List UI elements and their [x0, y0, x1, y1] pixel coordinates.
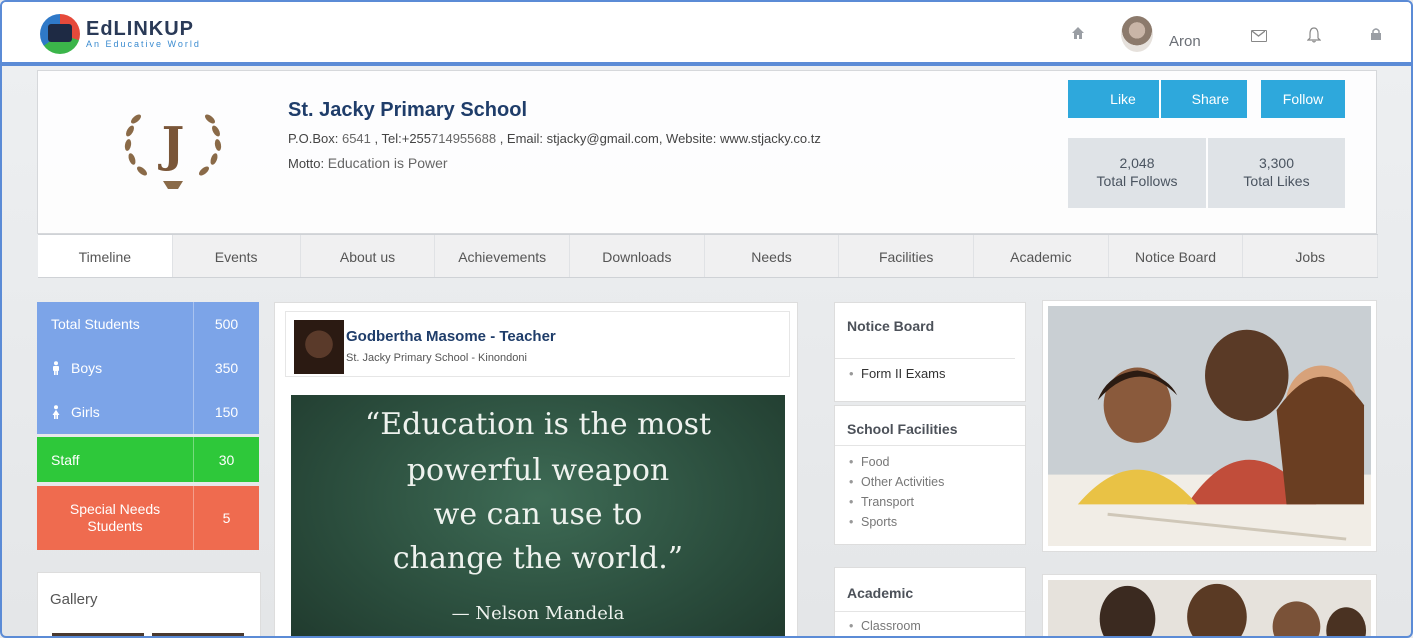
school-motto: Motto: Education is Power: [288, 155, 448, 171]
teacher-students-photo-image: [1048, 580, 1371, 636]
school-pobox: 6541: [341, 131, 371, 146]
post-header: Godbertha Masome - Teacher St. Jacky Pri…: [285, 311, 790, 377]
tab-achievements[interactable]: Achievements: [435, 235, 570, 277]
school-name: St. Jacky Primary School: [288, 99, 528, 121]
academic-card: Academic Classroom: [834, 567, 1026, 636]
gallery-thumbnail[interactable]: [152, 633, 244, 636]
lock-icon[interactable]: [1371, 28, 1381, 40]
tab-needs[interactable]: Needs: [705, 235, 840, 277]
male-icon: [53, 361, 59, 375]
staff-count: 30: [193, 437, 259, 482]
post-author[interactable]: Godbertha Masome - Teacher: [346, 328, 556, 345]
tab-academic[interactable]: Academic: [974, 235, 1109, 277]
bell-icon[interactable]: [1307, 27, 1321, 43]
school-crest-logo: J: [124, 114, 222, 189]
facilities-title: School Facilities: [835, 406, 1025, 446]
crest-letter: J: [158, 117, 185, 173]
brand-name: EdLINKUP: [86, 18, 194, 40]
facility-item[interactable]: Other Activities: [849, 472, 1025, 492]
mail-icon[interactable]: [1251, 30, 1267, 42]
special-needs-count: 5: [193, 486, 259, 550]
total-students-row: Total Students 500: [37, 302, 259, 346]
post-school: St. Jacky Primary School - Kinondoni: [346, 352, 527, 364]
notice-item[interactable]: Form II Exams: [849, 363, 1025, 384]
total-students-count: 500: [193, 302, 259, 346]
staff-row: Staff 30: [37, 437, 259, 482]
follow-button[interactable]: Follow: [1261, 80, 1345, 118]
tab-about-us[interactable]: About us: [301, 235, 436, 277]
user-name[interactable]: Aron: [1169, 33, 1201, 50]
facility-item[interactable]: Transport: [849, 492, 1025, 512]
user-avatar[interactable]: [1121, 16, 1153, 52]
total-follows-stat: 2,048 Total Follows: [1068, 138, 1206, 208]
facility-item[interactable]: Food: [849, 452, 1025, 472]
tab-downloads[interactable]: Downloads: [570, 235, 705, 277]
post-image[interactable]: “Education is the most powerful weapon w…: [291, 395, 785, 636]
school-contact-info: P.O.Box: 6541 , Tel:+255714955688 , Emai…: [288, 131, 821, 146]
share-button[interactable]: Share: [1159, 80, 1247, 118]
classroom-photo[interactable]: [1042, 300, 1377, 552]
female-icon: [52, 405, 60, 419]
tab-facilities[interactable]: Facilities: [839, 235, 975, 277]
facility-item[interactable]: Sports: [849, 512, 1025, 532]
special-needs-row: Special Needs Students 5: [37, 486, 259, 550]
author-avatar[interactable]: [294, 320, 344, 374]
school-header: J St. Jacky Primary School P.O.Box: 6541…: [37, 70, 1379, 278]
boys-row: Boys 350: [37, 346, 259, 390]
total-likes-stat: 3,300 Total Likes: [1208, 138, 1345, 208]
brand-logo[interactable]: EdLINKUP An Educative World: [40, 12, 201, 56]
profile-nav-tabs: Timeline Events About us Achievements Do…: [38, 234, 1379, 278]
timeline-post: Godbertha Masome - Teacher St. Jacky Pri…: [274, 302, 798, 636]
teacher-students-photo[interactable]: [1042, 574, 1377, 636]
brand-tagline: An Educative World: [86, 39, 201, 49]
gallery-thumbnail[interactable]: [52, 633, 144, 636]
school-tel: 714955688: [431, 131, 497, 146]
gallery-card: Gallery: [37, 572, 261, 636]
school-facilities-card: School Facilities Food Other Activities …: [834, 405, 1026, 545]
notice-board-title: Notice Board: [835, 303, 1015, 359]
tab-notice-board[interactable]: Notice Board: [1109, 235, 1244, 277]
logo-icon: [40, 14, 80, 54]
girls-count: 150: [193, 390, 259, 434]
girls-row: Girls 150: [37, 390, 259, 434]
notice-board-card: Notice Board Form II Exams: [834, 302, 1026, 402]
top-bar: EdLINKUP An Educative World Aron: [2, 2, 1411, 66]
quote-author: — Nelson Mandela: [451, 603, 625, 624]
tab-timeline[interactable]: Timeline: [38, 235, 173, 277]
academic-item[interactable]: Classroom: [849, 616, 1025, 636]
boys-count: 350: [193, 346, 259, 390]
app-window: EdLINKUP An Educative World Aron J St. J…: [0, 0, 1413, 638]
tab-jobs[interactable]: Jobs: [1243, 235, 1379, 277]
academic-title: Academic: [835, 568, 1025, 612]
gallery-title: Gallery: [50, 591, 98, 608]
tab-events[interactable]: Events: [173, 235, 301, 277]
home-icon[interactable]: [1071, 26, 1085, 40]
classroom-photo-image: [1048, 306, 1371, 546]
